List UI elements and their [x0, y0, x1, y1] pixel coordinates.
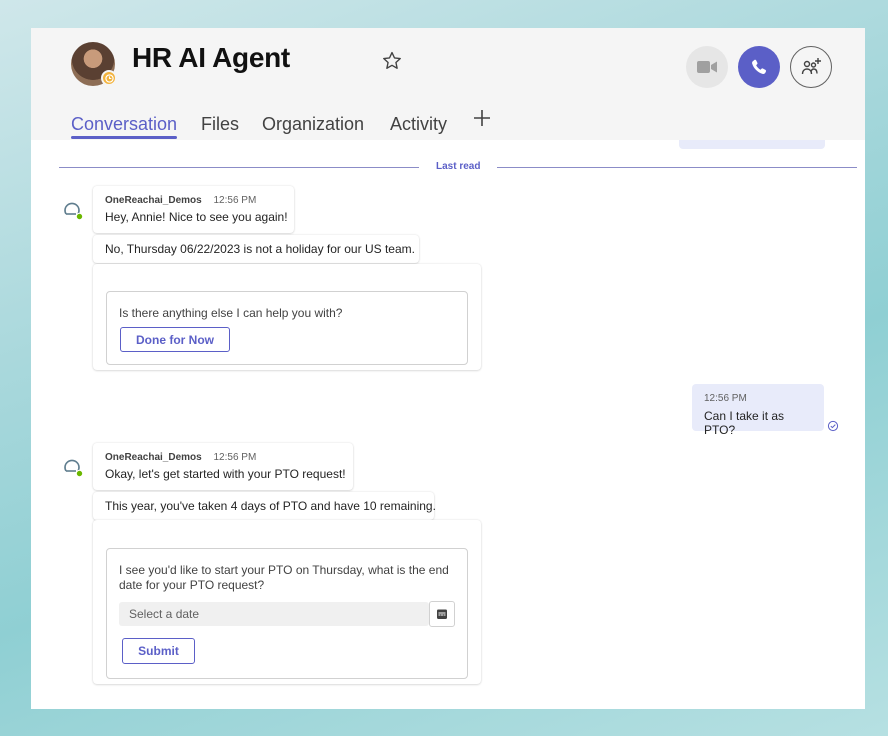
read-receipt-icon [827, 420, 839, 432]
tab-conversation[interactable]: Conversation [71, 114, 177, 135]
video-call-button[interactable] [686, 46, 728, 88]
calendar-button[interactable] [429, 601, 455, 627]
calendar-icon [437, 609, 447, 619]
card-body: I see you'd like to start your PTO on Th… [106, 548, 468, 679]
my-message-bubble: 12:56 PM Can I take it as PTO? [692, 384, 824, 437]
previous-message-bubble [679, 140, 825, 149]
tab-files[interactable]: Files [201, 114, 239, 135]
sender-name: OneReachai_Demos [105, 452, 202, 463]
card-body: Is there anything else I can help you wi… [106, 291, 468, 365]
active-tab-indicator [71, 136, 177, 139]
divider-line [497, 167, 857, 168]
tab-organization[interactable]: Organization [262, 114, 364, 135]
message-text: This year, you've taken 4 days of PTO an… [105, 499, 436, 513]
audio-call-button[interactable] [738, 46, 780, 88]
plus-icon[interactable] [472, 108, 492, 128]
message-text: Okay, let's get started with your PTO re… [105, 467, 346, 481]
message-text: Hey, Annie! Nice to see you again! [105, 210, 288, 224]
sender-name: OneReachai_Demos [105, 195, 202, 206]
video-camera-icon [697, 61, 717, 73]
clock-icon [101, 70, 117, 86]
phone-icon [752, 59, 767, 75]
adaptive-card: Is there anything else I can help you wi… [93, 264, 481, 370]
page-title: HR AI Agent [132, 42, 290, 73]
add-participants-button[interactable] [790, 46, 832, 88]
message-bubble: OneReachai_Demos 12:56 PM Hey, Annie! Ni… [93, 186, 294, 233]
card-prompt: Is there anything else I can help you wi… [119, 306, 343, 320]
divider-line [59, 167, 419, 168]
timestamp: 12:56 PM [213, 195, 257, 206]
message-text: Can I take it as PTO? [704, 409, 785, 437]
submit-button[interactable]: Submit [122, 638, 195, 664]
timestamp: 12:56 PM [213, 452, 257, 463]
bot-avatar-icon [64, 459, 83, 478]
last-read-label: Last read [436, 161, 481, 172]
bot-avatar-icon [64, 202, 83, 221]
message-bubble: This year, you've taken 4 days of PTO an… [93, 492, 436, 520]
tab-activity[interactable]: Activity [390, 114, 447, 135]
date-picker-input[interactable]: Select a date [119, 602, 429, 626]
timestamp: 12:56 PM [704, 393, 747, 404]
teams-chat-window: HR AI Agent Conversation Files Organizat… [31, 28, 865, 709]
card-prompt: I see you'd like to start your PTO on Th… [119, 563, 449, 577]
chat-header: HR AI Agent Conversation Files Organizat… [31, 28, 865, 140]
message-text: No, Thursday 06/22/2023 is not a holiday… [105, 242, 415, 256]
done-for-now-button[interactable]: Done for Now [120, 327, 230, 352]
message-bubble: OneReachai_Demos 12:56 PM Okay, let's ge… [93, 443, 353, 490]
card-prompt: date for your PTO request? [119, 578, 265, 592]
add-people-icon [801, 58, 821, 75]
message-bubble: No, Thursday 06/22/2023 is not a holiday… [93, 235, 419, 263]
adaptive-card: I see you'd like to start your PTO on Th… [93, 520, 481, 684]
star-icon[interactable] [381, 50, 403, 72]
